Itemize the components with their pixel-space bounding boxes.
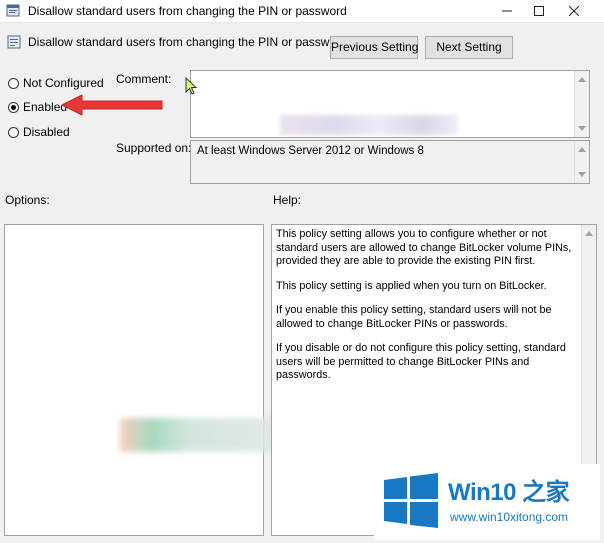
setting-icon xyxy=(7,35,21,49)
scroll-down-icon[interactable] xyxy=(578,126,586,131)
policy-icon xyxy=(6,4,20,17)
scroll-down-icon[interactable] xyxy=(578,172,586,177)
radio-button-selected-icon[interactable] xyxy=(8,102,19,113)
options-pane xyxy=(4,224,264,536)
options-label: Options: xyxy=(5,193,50,207)
comment-scrollbar[interactable] xyxy=(574,71,589,137)
help-paragraph: If you enable this policy setting, stand… xyxy=(276,304,552,330)
scroll-up-icon[interactable] xyxy=(585,231,593,236)
title-bar: Disallow standard users from changing th… xyxy=(0,0,604,23)
close-button[interactable] xyxy=(555,0,593,22)
supported-on-label: Supported on: xyxy=(116,141,192,155)
close-icon xyxy=(568,5,580,17)
radio-label: Not Configured xyxy=(23,76,104,90)
help-paragraph: This policy setting is applied when you … xyxy=(276,279,547,292)
watermark-brand: Win10 之家 xyxy=(448,479,570,506)
radio-label: Disabled xyxy=(23,125,70,139)
scroll-up-icon[interactable] xyxy=(578,147,586,152)
watermark-url: www.win10xitong.com xyxy=(450,510,569,524)
radio-button-icon[interactable] xyxy=(8,127,19,138)
setting-title: Disallow standard users from changing th… xyxy=(28,35,347,49)
window-title: Disallow standard users from changing th… xyxy=(28,4,347,18)
supported-on-box: At least Windows Server 2012 or Windows … xyxy=(190,140,590,184)
windows-logo-icon xyxy=(384,473,438,528)
help-label: Help: xyxy=(273,193,302,207)
supported-scrollbar[interactable] xyxy=(574,141,589,183)
help-paragraph: If you disable or do not configure this … xyxy=(276,342,566,381)
scroll-up-icon[interactable] xyxy=(578,77,586,82)
watermark: Win10 之家 www.win10xitong.com xyxy=(374,464,600,540)
help-text: This policy setting allows you to config… xyxy=(276,228,574,394)
radio-button-icon[interactable] xyxy=(8,78,19,89)
maximize-button[interactable] xyxy=(520,0,558,22)
next-setting-button[interactable]: Next Setting xyxy=(425,36,513,59)
red-arrow-annotation-icon xyxy=(61,94,163,116)
radio-disabled[interactable]: Disabled xyxy=(8,125,70,139)
maximize-icon xyxy=(534,6,544,16)
radio-enabled[interactable]: Enabled xyxy=(8,100,67,114)
mouse-cursor-icon xyxy=(185,77,198,95)
comment-label: Comment: xyxy=(116,72,172,86)
minimize-icon xyxy=(502,10,512,12)
radio-not-configured[interactable]: Not Configured xyxy=(8,76,104,90)
supported-on-value: At least Windows Server 2012 or Windows … xyxy=(197,145,424,157)
blurred-region xyxy=(280,115,458,135)
help-paragraph: This policy setting allows you to config… xyxy=(276,228,572,267)
previous-setting-button[interactable]: Previous Setting xyxy=(330,36,418,59)
